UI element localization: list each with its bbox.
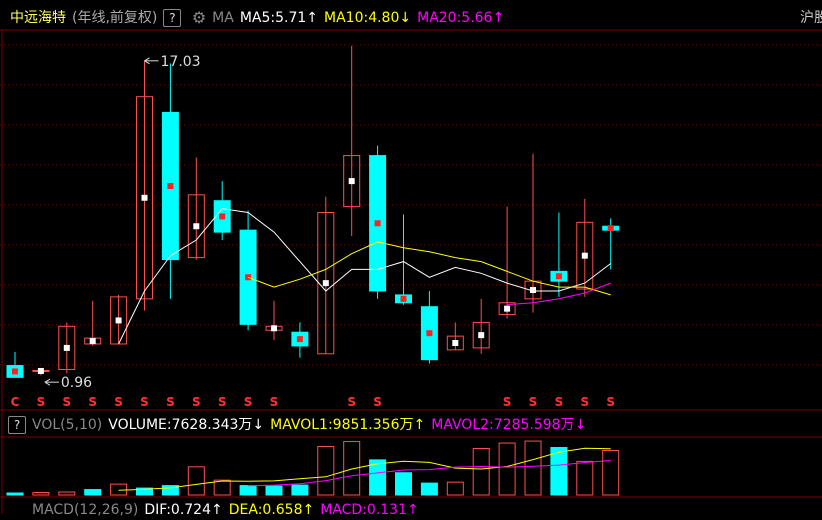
volume-bar [291, 484, 309, 496]
candle-marker [193, 223, 200, 230]
volume-bar [524, 440, 542, 496]
ma-label[interactable]: MA [212, 10, 234, 26]
s-marker: S [88, 395, 97, 409]
candle-marker [63, 344, 70, 351]
candle-marker [296, 336, 303, 343]
candle-marker [478, 332, 485, 339]
ma10-value: MA10:4.80 [324, 10, 400, 26]
main-header: 中远海特 (年线,前复权)? ⚙ MA MA5:5.71↑ MA10:4.80↓ MA20… [10, 8, 510, 28]
dif-arrow-icon: ↑ [211, 502, 223, 518]
volume-value: VOLUME:7628.343万 [108, 417, 253, 433]
candlestick-chart: 17.03 0.96 C S S S S S S S S S S S S S S S S S [0, 29, 822, 514]
volume-bar [395, 472, 412, 496]
candle-marker [219, 213, 226, 220]
candle-marker [322, 280, 329, 287]
s-marker: S [270, 395, 279, 409]
candle-marker [141, 194, 148, 201]
candle-marker [607, 225, 614, 232]
ma20-value: MA20:5.66 [417, 10, 493, 26]
candle-marker [426, 330, 433, 337]
candle-marker [89, 338, 96, 345]
period-label: (年线,前复权) [72, 10, 158, 26]
candle-marker [555, 273, 562, 280]
s-marker: S [140, 395, 149, 409]
candle-marker [348, 178, 355, 185]
candle-marker [37, 367, 44, 374]
volume-bar [32, 492, 50, 496]
volume-bar [420, 482, 438, 496]
s-marker: S [580, 395, 589, 409]
volume-bar [265, 485, 283, 496]
ma20-arrow-icon: ↑ [492, 10, 505, 26]
macd-value: MACD:0.131 [320, 502, 407, 518]
volume-bar [498, 442, 516, 496]
s-marker: S [503, 395, 512, 409]
volume-bar [84, 489, 102, 496]
macd-label[interactable]: MACD(12,26,9) [32, 502, 138, 518]
high-label: 17.03 [161, 54, 201, 70]
s-marker: S [529, 395, 538, 409]
vol-label[interactable]: VOL(5,10) [32, 417, 102, 433]
dif-value: DIF:0.724 [144, 502, 211, 518]
dea-value: DEA:0.658 [228, 502, 303, 518]
s-marker: S [218, 395, 227, 409]
ma10-arrow-icon: ↓ [399, 10, 412, 26]
s-marker: S [62, 395, 71, 409]
candle-marker [115, 317, 122, 324]
candle-marker [400, 295, 407, 302]
low-label: 0.96 [61, 375, 92, 391]
mavol2-value: MAVOL2:7285.598万 [431, 417, 575, 433]
mavol1-arrow-icon: ↑ [413, 417, 426, 433]
s-marker: S [347, 395, 356, 409]
s-marker: S [606, 395, 615, 409]
candle-marker [245, 274, 252, 281]
volume-bar [550, 447, 568, 496]
mavol1-value: MAVOL1:9851.356万 [270, 417, 414, 433]
ma5-line [118, 208, 612, 345]
volume-bar [213, 479, 231, 496]
ma10-line [247, 241, 611, 296]
s-marker: S [114, 395, 123, 409]
s-marker: C [11, 395, 20, 409]
macd-arrow-icon: ↑ [407, 502, 419, 518]
vol-header: ? VOL(5,10) VOLUME:7628.343万↓ MAVOL1:9851.3… [8, 415, 592, 435]
volume-bar [58, 491, 76, 496]
volume-bar [446, 481, 464, 496]
s-marker: S [244, 395, 253, 409]
volume-bar [110, 483, 128, 496]
ma5-arrow-icon: ↑ [306, 10, 319, 26]
volume-bar [602, 449, 620, 496]
mavol1-line [118, 447, 611, 491]
candle-marker [374, 220, 381, 227]
help-button[interactable]: ? [163, 9, 182, 27]
volume-bar [472, 447, 490, 496]
s-marker: S [373, 395, 382, 409]
candle-marker [167, 183, 174, 190]
candle-marker [504, 305, 511, 312]
s-marker: S [555, 395, 564, 409]
mavol2-arrow-icon: ↓ [574, 417, 587, 433]
volume-bar [6, 492, 24, 496]
volume-bar [576, 460, 594, 496]
ma5-value: MA5:5.71 [239, 10, 307, 26]
candle-marker [271, 325, 277, 332]
macd-header: MACD(12,26,9) DIF:0.724↑ DEA:0.658↑ MACD:0.… [32, 500, 425, 520]
candle-marker [12, 368, 18, 375]
market-label: 沪股 [800, 10, 822, 26]
s-marker: S [166, 395, 175, 409]
volume-arrow-icon: ↓ [252, 417, 265, 433]
s-marker: S [192, 395, 201, 409]
gear-icon[interactable]: ⚙ [192, 8, 206, 28]
candle-marker [581, 252, 588, 259]
s-marker: S [37, 395, 46, 409]
volume-bar [187, 466, 205, 496]
volume-bar [317, 446, 335, 496]
dea-arrow-icon: ↑ [302, 502, 315, 518]
vol-help-button[interactable]: ? [8, 416, 26, 434]
candle-marker [452, 339, 459, 346]
volume-bar [239, 485, 257, 496]
stock-name[interactable]: 中远海特 [10, 10, 66, 26]
